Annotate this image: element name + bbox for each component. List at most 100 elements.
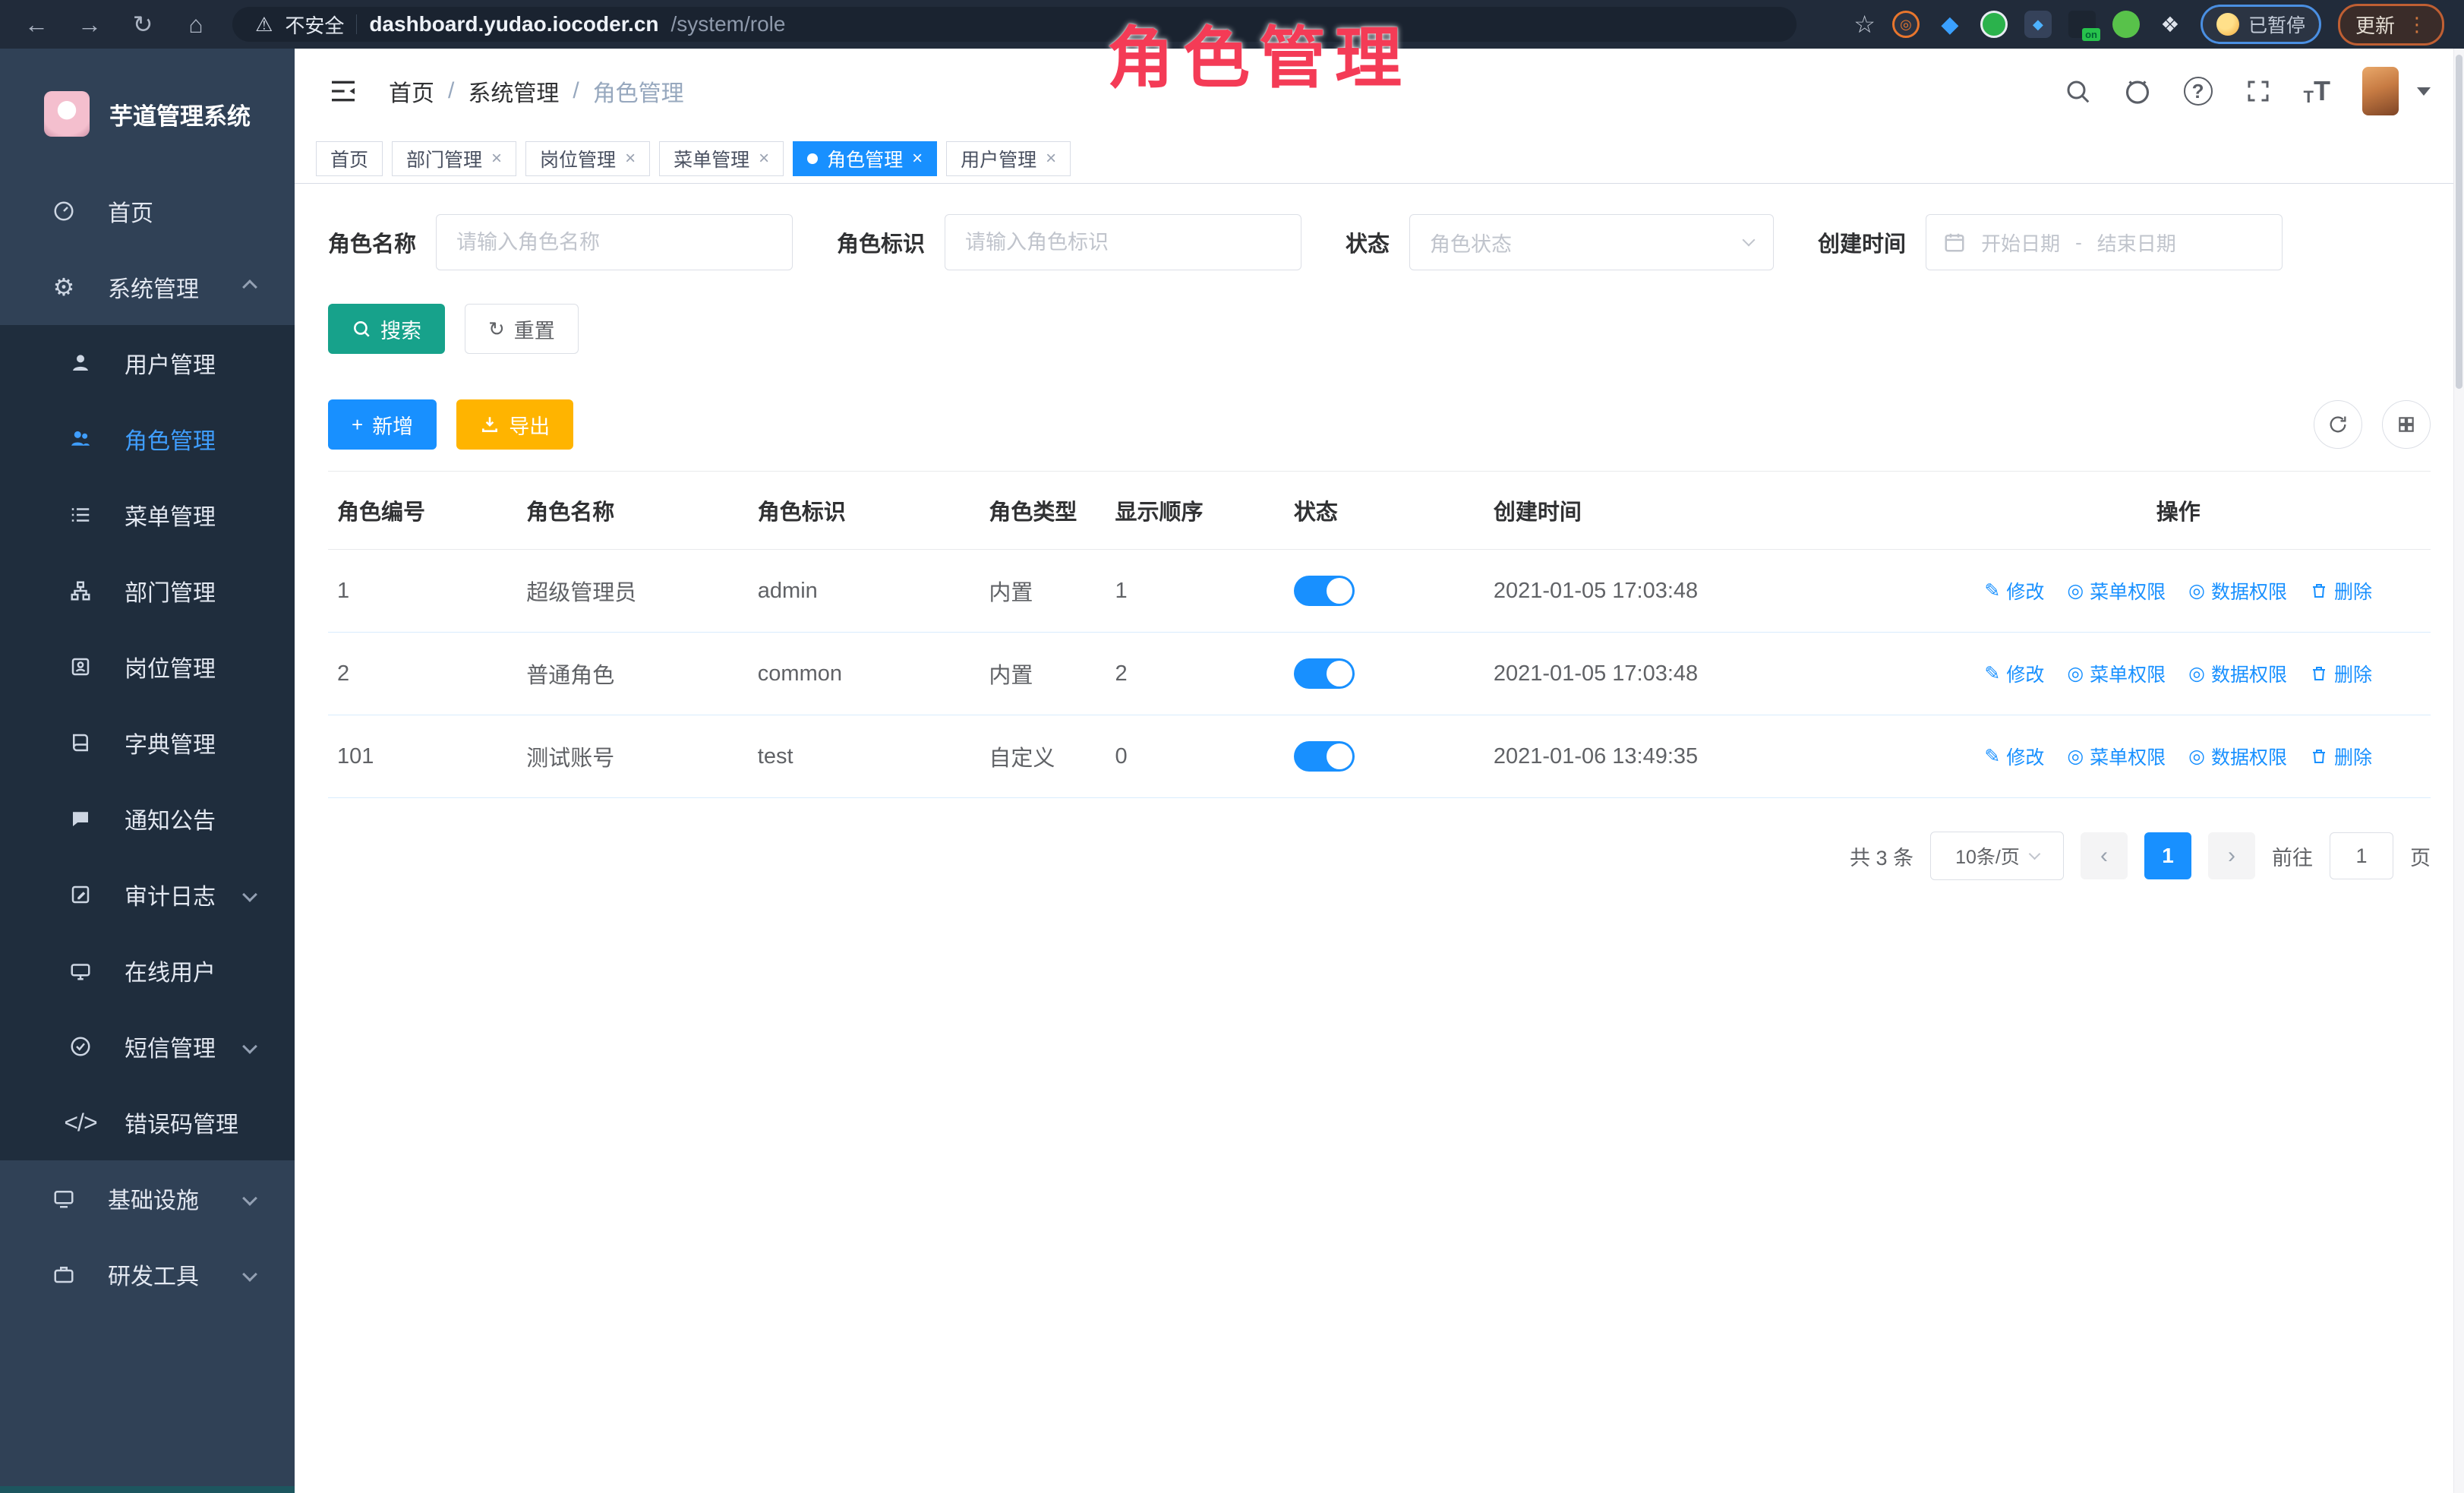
roles-table: 角色编号 角色名称 角色标识 角色类型 显示顺序 状态 创建时间 操作 1: [328, 471, 2431, 798]
data-permission-link[interactable]: ◎数据权限: [2188, 743, 2287, 770]
search-icon[interactable]: [2064, 77, 2091, 105]
address-bar[interactable]: ⚠ 不安全 dashboard.yudao.iocoder.cn/system/…: [232, 7, 1797, 42]
tab-home[interactable]: 首页: [316, 141, 383, 176]
scrollbar-thumb[interactable]: [2456, 55, 2462, 389]
sidebar-item-notice[interactable]: 通知公告: [0, 781, 295, 857]
status-toggle[interactable]: [1294, 576, 1355, 606]
tab-menu-management[interactable]: 菜单管理 ×: [659, 141, 784, 176]
breadcrumb-home[interactable]: 首页: [389, 74, 434, 108]
sidebar-item-post-management[interactable]: 岗位管理: [0, 629, 295, 705]
search-button[interactable]: 搜索: [328, 304, 445, 354]
sidebar-item-user-management[interactable]: 用户管理: [0, 325, 295, 401]
log-edit-icon: [64, 883, 97, 906]
browser-home-icon[interactable]: ⌂: [179, 11, 213, 39]
edit-link[interactable]: ✎修改: [1984, 743, 2044, 770]
sidebar-item-errorcode-management[interactable]: </> 错误码管理: [0, 1084, 295, 1160]
browser-forward-icon[interactable]: →: [73, 11, 106, 39]
tab-post-management[interactable]: 岗位管理 ×: [525, 141, 650, 176]
bookmark-star-icon[interactable]: ☆: [1854, 10, 1876, 39]
close-icon[interactable]: ×: [491, 148, 502, 169]
date-range-picker[interactable]: 开始日期 - 结束日期: [1926, 214, 2283, 270]
sidebar-item-dept-management[interactable]: 部门管理: [0, 553, 295, 629]
browser-back-icon[interactable]: ←: [20, 11, 53, 39]
menu-permission-link[interactable]: ◎菜单权限: [2067, 743, 2166, 770]
data-permission-link[interactable]: ◎数据权限: [2188, 660, 2287, 687]
not-secure-label: 不安全: [285, 11, 344, 39]
next-page-button[interactable]: ›: [2208, 832, 2255, 879]
sidebar-item-sms-management[interactable]: 短信管理: [0, 1008, 295, 1084]
extension-on-icon[interactable]: on: [2068, 11, 2096, 38]
reset-button[interactable]: ↻ 重置: [465, 304, 579, 354]
goto-page-input[interactable]: [2330, 832, 2393, 879]
cell-role-key: admin: [749, 550, 980, 633]
extension-gem-icon[interactable]: ◆: [1936, 11, 1964, 38]
sidebar-item-label: 基础设施: [108, 1182, 199, 1215]
circle-check-icon: ◎: [2067, 579, 2084, 602]
tab-user-management[interactable]: 用户管理 ×: [946, 141, 1071, 176]
refresh-button[interactable]: [2314, 400, 2362, 449]
close-icon[interactable]: ×: [1046, 148, 1056, 169]
sidebar-collapse-icon[interactable]: [328, 76, 358, 106]
sidebar-item-online-users[interactable]: 在线用户: [0, 933, 295, 1008]
close-icon[interactable]: ×: [759, 148, 769, 169]
role-key-input[interactable]: [945, 214, 1301, 270]
sidebar-item-dict-management[interactable]: 字典管理: [0, 705, 295, 781]
delete-link[interactable]: 删除: [2310, 577, 2372, 604]
prev-page-button[interactable]: ‹: [2081, 832, 2128, 879]
role-name-input[interactable]: [436, 214, 793, 270]
dashboard-icon: [47, 200, 80, 223]
refresh-icon: [2327, 414, 2349, 435]
status-toggle[interactable]: [1294, 658, 1355, 689]
add-button[interactable]: + 新增: [328, 399, 437, 450]
close-icon[interactable]: ×: [625, 148, 636, 169]
sidebar-item-home[interactable]: 首页: [0, 173, 295, 249]
extension-green-icon[interactable]: [1980, 11, 2008, 38]
status-toggle[interactable]: [1294, 741, 1355, 772]
page-number-1[interactable]: 1: [2144, 832, 2191, 879]
column-settings-button[interactable]: [2382, 400, 2431, 449]
extensions-puzzle-icon[interactable]: ❖: [2156, 11, 2184, 38]
cell-role-type: 内置: [980, 633, 1106, 715]
tabs-bar: 首页 部门管理 × 岗位管理 × 菜单管理 × 角色管理 ×: [295, 134, 2464, 184]
breadcrumb-current: 角色管理: [593, 74, 684, 108]
edit-link[interactable]: ✎修改: [1984, 577, 2044, 604]
fullscreen-icon[interactable]: [2245, 77, 2272, 105]
sidebar-item-dev-tools[interactable]: 研发工具: [0, 1236, 295, 1312]
sidebar-item-system-management[interactable]: ⚙ 系统管理: [0, 249, 295, 325]
browser-reload-icon[interactable]: ↻: [126, 10, 159, 39]
sidebar-item-infrastructure[interactable]: 基础设施: [0, 1160, 295, 1236]
sidebar-item-role-management[interactable]: 角色管理: [0, 401, 295, 477]
extension-sync-icon[interactable]: ◆: [2024, 11, 2052, 38]
menu-permission-link[interactable]: ◎菜单权限: [2067, 577, 2166, 604]
browser-update-button[interactable]: 更新 ⋮: [2338, 4, 2444, 46]
tab-dept-management[interactable]: 部门管理 ×: [392, 141, 516, 176]
extension-orange-icon[interactable]: ◎: [1892, 11, 1920, 38]
export-button[interactable]: 导出: [456, 399, 573, 450]
extension-monkey-icon[interactable]: [2112, 11, 2140, 38]
delete-link[interactable]: 删除: [2310, 660, 2372, 687]
status-select[interactable]: 角色状态: [1409, 214, 1774, 270]
app-logo-row[interactable]: 芋道管理系统: [0, 49, 295, 173]
delete-link[interactable]: 删除: [2310, 743, 2372, 770]
profile-paused-chip[interactable]: 已暂停: [2201, 5, 2321, 44]
sidebar-item-audit-log[interactable]: 审计日志: [0, 857, 295, 933]
help-icon[interactable]: ?: [2184, 77, 2213, 106]
page-size-select[interactable]: 10条/页: [1930, 832, 2064, 880]
col-role-id: 角色编号: [328, 472, 517, 550]
edit-link[interactable]: ✎修改: [1984, 660, 2044, 687]
add-button-label: 新增: [372, 410, 413, 440]
github-icon[interactable]: [2123, 77, 2152, 106]
window-scrollbar[interactable]: [2453, 49, 2464, 1493]
circle-check-icon: ◎: [2067, 662, 2084, 685]
breadcrumb-system[interactable]: 系统管理: [468, 74, 559, 108]
sidebar-item-menu-management[interactable]: 菜单管理: [0, 477, 295, 553]
user-avatar[interactable]: [2362, 67, 2399, 115]
menu-permission-link[interactable]: ◎菜单权限: [2067, 660, 2166, 687]
font-size-icon[interactable]: TT: [2304, 75, 2330, 107]
caret-down-icon[interactable]: [2417, 87, 2431, 96]
close-icon[interactable]: ×: [912, 148, 923, 169]
data-permission-link[interactable]: ◎数据权限: [2188, 577, 2287, 604]
browser-menu-icon[interactable]: ⋮: [2407, 13, 2427, 36]
tab-role-management[interactable]: 角色管理 ×: [793, 141, 937, 176]
circle-check-icon: ◎: [2067, 745, 2084, 768]
